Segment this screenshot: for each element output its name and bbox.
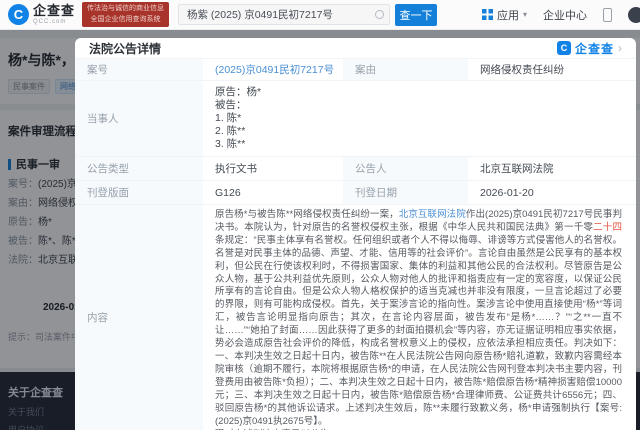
- slogan-line1: 传法治与诚信的商业信息: [87, 4, 164, 14]
- party-label: 当事人: [75, 81, 203, 156]
- party-line: 2. 陈**: [215, 125, 628, 138]
- page-label: 刊登版面: [75, 181, 203, 204]
- qcc-brand-icon: C: [557, 41, 571, 55]
- party-value: 原告：杨* 被告： 1. 陈* 2. 陈** 3. 陈**: [203, 81, 636, 156]
- modal-title: 法院公告详情: [89, 40, 161, 57]
- type-label: 公告类型: [75, 157, 203, 180]
- page: C 企查查 QCC.com 传法治与诚信的商业信息 全国企业信用查询系统 查一下: [0, 0, 640, 430]
- qcc-logo-icon: C: [8, 4, 29, 25]
- content-label: 内容: [75, 205, 203, 430]
- publish-date-label: 刊登日期: [343, 181, 468, 204]
- apps-menu[interactable]: 应用 ▾: [482, 7, 527, 23]
- qcc-logo-text: 企查查 QCC.com: [33, 4, 75, 25]
- content-segment-normal: 原告杨*与被告陈**网络侵权责任纠纷一案，: [215, 209, 399, 220]
- qcc-logo-name: 企查查: [33, 4, 75, 17]
- court-announcement-modal: 法院公告详情 C 企查查 › 案号 (2025)京0491民初7217号 案由 …: [75, 38, 636, 430]
- modal-header: 法院公告详情 C 企查查 ›: [75, 38, 636, 59]
- enterprise-center-link[interactable]: 企业中心: [543, 7, 587, 23]
- apps-grid-icon: [482, 9, 493, 20]
- party-line: 1. 陈*: [215, 112, 628, 125]
- table-row-case: 案号 (2025)京0491民初7217号 案由 网络侵权责任纠纷: [75, 59, 636, 81]
- slogan-line2: 全国企业信用查询系统: [87, 15, 164, 25]
- cause-value: 网络侵权责任纠纷: [468, 59, 636, 80]
- announcement-table: 案号 (2025)京0491民初7217号 案由 网络侵权责任纠纷 当事人 原告…: [75, 59, 636, 430]
- chevron-down-icon: ▾: [523, 10, 527, 19]
- party-line: 被告：: [215, 99, 628, 112]
- announcer-label: 公告人: [343, 157, 468, 180]
- page-value: G126: [203, 181, 343, 204]
- party-line: 3. 陈**: [215, 138, 628, 151]
- content-value: 原告杨*与被告陈**网络侵权责任纠纷一案，北京互联网法院作出(2025)京049…: [203, 205, 636, 430]
- content-segment-normal: 条规定：“民事主体享有名誉权。任何组织或者个人不得以侮辱、诽谤等方式侵害他人的名…: [215, 235, 622, 427]
- content-paragraph: 原告杨*与被告陈**网络侵权责任纠纷一案，北京互联网法院作出(2025)京049…: [215, 209, 622, 427]
- party-line: 原告：杨*: [215, 86, 628, 99]
- search-input[interactable]: [178, 4, 390, 25]
- case-no-link[interactable]: (2025)京0491民初7217号: [203, 59, 343, 80]
- cause-label: 案由: [343, 59, 468, 80]
- mobile-app-icon[interactable]: [603, 8, 612, 22]
- content-segment-highlight: 二十四: [593, 222, 622, 233]
- enterprise-center-label: 企业中心: [543, 7, 587, 23]
- content-segment-link[interactable]: 北京互联网法院: [399, 209, 466, 220]
- search-box: [178, 4, 390, 25]
- navbar-right: 应用 ▾ 企业中心: [482, 7, 632, 23]
- publish-date-value: 2026-01-20: [468, 181, 636, 204]
- announcer-value: 北京互联网法院: [468, 157, 636, 180]
- case-no-label: 案号: [75, 59, 203, 80]
- search-button[interactable]: 查一下: [395, 4, 437, 26]
- avatar[interactable]: [628, 7, 640, 23]
- modal-brand-link[interactable]: C 企查查 ›: [557, 40, 622, 57]
- top-navbar: C 企查查 QCC.com 传法治与诚信的商业信息 全国企业信用查询系统 查一下: [0, 0, 640, 30]
- table-row-type: 公告类型 执行文书 公告人 北京互联网法院: [75, 157, 636, 181]
- apps-label: 应用: [497, 7, 519, 23]
- type-value: 执行文书: [203, 157, 343, 180]
- chevron-right-icon: ›: [618, 42, 622, 54]
- table-row-publication: 刊登版面 G126 刊登日期 2026-01-20: [75, 181, 636, 205]
- camera-icon[interactable]: [375, 10, 384, 19]
- qcc-logo-domain: QCC.com: [33, 19, 75, 25]
- qcc-logo[interactable]: C 企查查 QCC.com: [8, 4, 75, 25]
- table-row-content: 内容 原告杨*与被告陈**网络侵权责任纠纷一案，北京互联网法院作出(2025)京…: [75, 205, 636, 430]
- qcc-brand-name: 企查查: [575, 40, 614, 57]
- table-row-parties: 当事人 原告：杨* 被告： 1. 陈* 2. 陈** 3. 陈**: [75, 81, 636, 157]
- slogan-badge: 传法治与诚信的商业信息 全国企业信用查询系统: [82, 2, 169, 26]
